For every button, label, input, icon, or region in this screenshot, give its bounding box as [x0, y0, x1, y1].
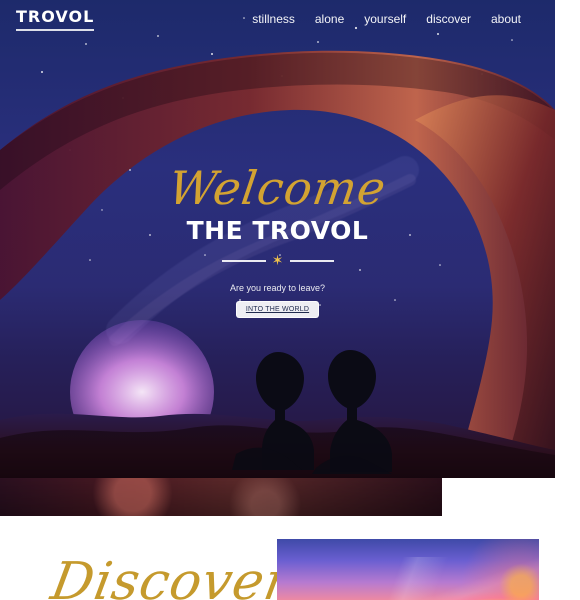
hero-section: TROVOL stillness alone yourself discover… — [0, 0, 555, 478]
hero-bottom-strip — [0, 478, 442, 516]
star-icon: ✶ — [271, 253, 284, 269]
discover-section: Discover — [0, 516, 580, 600]
discover-image — [277, 539, 539, 600]
nav-links: stillness alone yourself discover about — [252, 12, 521, 26]
nav-link-stillness[interactable]: stillness — [252, 12, 295, 26]
hero-divider: ✶ — [221, 253, 334, 269]
divider-line-left — [221, 260, 266, 262]
page: TROVOL stillness alone yourself discover… — [0, 0, 580, 600]
hero-tagline: Are you ready to leave? — [229, 283, 326, 293]
hero-content: Welcome THE TROVOL ✶ Are you ready to le… — [0, 161, 555, 318]
nav-link-yourself[interactable]: yourself — [364, 12, 406, 26]
nav-link-alone[interactable]: alone — [315, 12, 344, 26]
hero-welcome-script: Welcome — [165, 161, 390, 215]
hero-title: THE TROVOL — [186, 216, 369, 245]
divider-line-right — [289, 260, 334, 262]
into-the-world-button[interactable]: INTO THE WORLD — [235, 301, 320, 318]
brand-logo[interactable]: TROVOL — [16, 9, 95, 31]
nav-link-discover[interactable]: discover — [426, 12, 471, 26]
nav-link-about[interactable]: about — [491, 12, 521, 26]
discover-title: Discover — [46, 552, 296, 600]
